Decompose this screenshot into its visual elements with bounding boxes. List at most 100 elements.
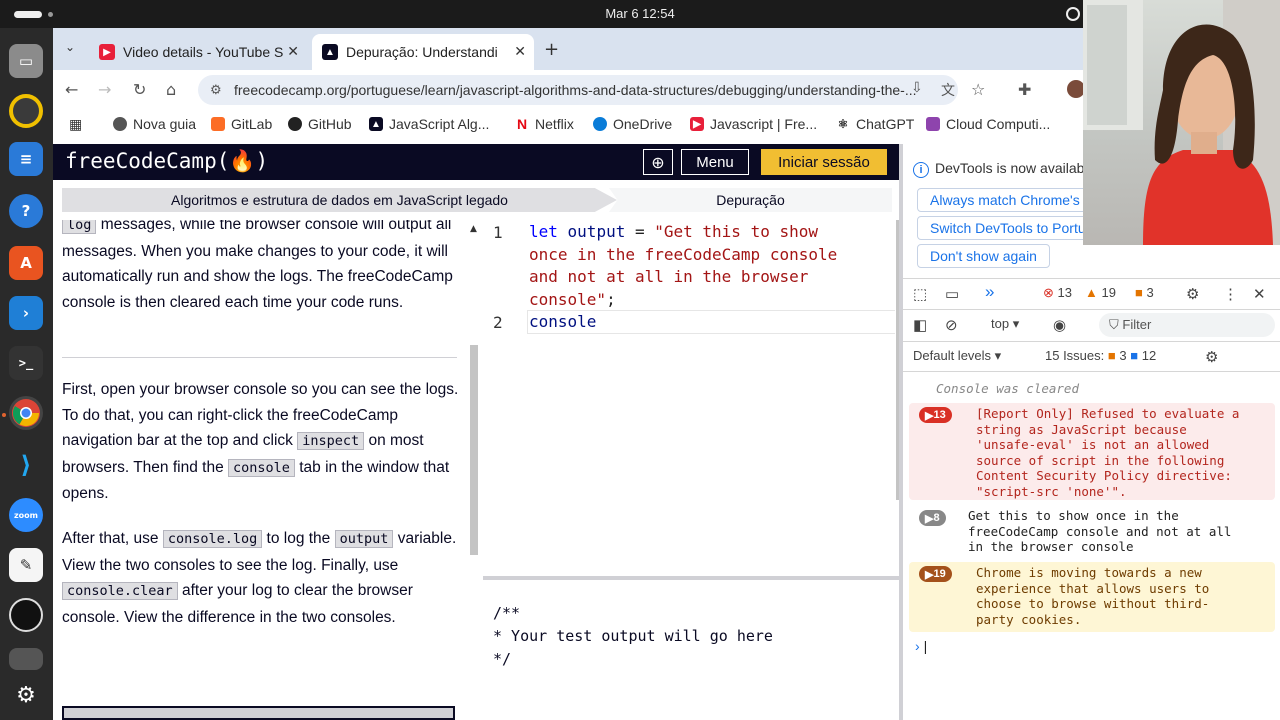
filter-icon: ⛉ xyxy=(1109,317,1119,332)
menu-button[interactable]: Menu xyxy=(681,149,749,175)
tab-youtube[interactable]: ▶ Video details - YouTube S ✕ xyxy=(89,34,307,70)
bookmarks-bar: ▦ Nova guia GitLab GitHub ▲ JavaScript Al… xyxy=(53,108,1083,144)
clear-console-icon[interactable]: ⊘ xyxy=(945,316,958,334)
gitlab-icon xyxy=(211,117,225,131)
scroll-up-icon[interactable]: ▲ xyxy=(470,224,477,234)
breadcrumb-section[interactable]: Depuração xyxy=(609,188,892,212)
issues-count[interactable]: ■ 3 xyxy=(1135,285,1154,300)
console-warning-row[interactable]: ▶ 19 Chrome is moving towards a new expe… xyxy=(909,562,1275,632)
bookmark-star-icon[interactable]: ☆ xyxy=(971,80,985,99)
fcc-logo[interactable]: freeCodeCamp(🔥) xyxy=(65,149,268,174)
console-toolbar: ◧ ⊘ top ▾ ◉ ⛉ Filter xyxy=(903,310,1280,342)
reload-icon[interactable]: ↻ xyxy=(133,80,146,99)
bookmark-netflix[interactable]: N Netflix xyxy=(515,116,574,132)
zoom-app-icon[interactable]: zoom xyxy=(9,498,43,532)
help-app-icon[interactable]: ? xyxy=(9,194,43,228)
tab-freecodecamp[interactable]: ▲ Depuração: Understandi ✕ xyxy=(312,34,534,70)
code-editor[interactable]: 1 2 let output = "Get this to show once … xyxy=(483,220,899,578)
switch-language-button[interactable]: Switch DevTools to Portu xyxy=(917,216,1099,240)
code-line-1: let output = "Get this to show xyxy=(529,222,818,241)
more-tabs-icon[interactable]: » xyxy=(985,282,994,302)
console-message-text: Chrome is moving towards a new experienc… xyxy=(976,565,1210,627)
bookmark-javascript-alg[interactable]: ▲ JavaScript Alg... xyxy=(369,116,489,132)
terminal-app-icon[interactable]: >_ xyxy=(9,346,43,380)
bookmark-cloud-computing[interactable]: Cloud Computi... xyxy=(926,116,1050,132)
extensions-icon[interactable]: ✚ xyxy=(1018,80,1031,99)
software-app-icon[interactable]: A xyxy=(9,246,43,280)
breadcrumb-course[interactable]: Algoritmos e estrutura de dados em JavaS… xyxy=(62,188,617,212)
code-line-1-wrap: once in the freeCodeCamp console xyxy=(529,244,838,264)
tray-status-icon[interactable] xyxy=(1066,7,1080,21)
message-count-badge: ▶ 13 xyxy=(919,407,952,423)
devtools-toolbar: ⬚ ▭ » ⊗ 13 ▲ 19 ■ 3 ⚙ ⋮ ✕ xyxy=(903,278,1280,310)
back-icon[interactable]: ← xyxy=(65,80,78,99)
inline-code: log xyxy=(62,220,97,234)
bookmark-github[interactable]: GitHub xyxy=(288,116,352,132)
dont-show-again-button[interactable]: Don't show again xyxy=(917,244,1050,268)
live-expression-eye-icon[interactable]: ◉ xyxy=(1053,316,1066,334)
text-editor-app-icon[interactable]: ✎ xyxy=(9,548,43,582)
console-log-row[interactable]: ▶ 8 Get this to show once in the freeCod… xyxy=(909,506,1275,556)
webcam-overlay xyxy=(1083,0,1280,245)
scrollbar-thumb[interactable] xyxy=(470,345,478,555)
inline-code: output xyxy=(334,530,394,548)
console-settings-icon[interactable]: ⚙ xyxy=(1205,348,1218,366)
install-app-icon[interactable]: ⇩ xyxy=(911,80,923,96)
settings-gear-icon[interactable]: ⚙ xyxy=(1186,285,1199,303)
instructions-scrollbar[interactable]: ▲ xyxy=(468,220,480,720)
translate-icon[interactable]: 文 xyxy=(941,80,955,100)
console-prompt-icon[interactable]: › | xyxy=(915,638,927,654)
forward-icon[interactable]: → xyxy=(98,80,111,99)
rhythmbox-app-icon[interactable] xyxy=(9,94,43,128)
address-bar[interactable]: ⚙ freecodecamp.org/portuguese/learn/java… xyxy=(198,75,958,105)
console-cleared-message: Console was cleared xyxy=(936,381,1079,396)
drive-app-icon[interactable] xyxy=(9,648,43,670)
inspect-element-icon[interactable]: ⬚ xyxy=(913,285,927,303)
close-devtools-icon[interactable]: ✕ xyxy=(1253,285,1266,303)
obs-app-icon[interactable] xyxy=(9,598,43,632)
tab-search-icon[interactable]: ⌄ xyxy=(65,40,75,54)
files-app-icon[interactable]: ▭ xyxy=(9,44,43,78)
console-message-text: [Report Only] Refused to evaluate a stri… xyxy=(976,406,1240,499)
sign-in-button[interactable]: Iniciar sessão xyxy=(761,149,887,175)
close-tab-icon[interactable]: ✕ xyxy=(514,43,526,60)
message-count-badge: ▶ 8 xyxy=(919,510,946,526)
bookmark-gitlab[interactable]: GitLab xyxy=(211,116,272,132)
close-tab-icon[interactable]: ✕ xyxy=(287,43,299,60)
url-text: freecodecamp.org/portuguese/learn/javasc… xyxy=(234,82,917,98)
device-toolbar-icon[interactable]: ▭ xyxy=(945,285,959,303)
output-line: */ xyxy=(493,650,512,668)
store-app-icon[interactable]: › xyxy=(9,296,43,330)
tab-title: Video details - YouTube S xyxy=(123,44,284,60)
new-tab-icon[interactable]: + xyxy=(544,39,559,60)
message-count-badge: ▶ 19 xyxy=(919,566,952,582)
writer-app-icon[interactable]: ≡ xyxy=(9,142,43,176)
run-tests-button[interactable] xyxy=(62,706,455,720)
cloud-icon xyxy=(926,117,940,131)
console-filter-input[interactable]: ⛉ Filter xyxy=(1099,313,1275,337)
youtube-favicon-icon: ▶ xyxy=(99,44,115,60)
sidebar-toggle-icon[interactable]: ◧ xyxy=(913,316,927,334)
context-selector[interactable]: top ▾ xyxy=(991,316,1019,332)
bookmark-nova-guia[interactable]: Nova guia xyxy=(113,116,196,132)
bookmark-onedrive[interactable]: OneDrive xyxy=(593,116,672,132)
error-count[interactable]: ⊗ 13 xyxy=(1043,285,1072,301)
apps-grid-icon[interactable]: ▦ xyxy=(69,116,82,133)
console-error-row[interactable]: ▶ 13 [Report Only] Refused to evaluate a… xyxy=(909,403,1275,500)
show-apps-icon[interactable]: ⚙ xyxy=(9,678,43,712)
bookmark-javascript-fre[interactable]: ▶ Javascript | Fre... xyxy=(690,116,817,132)
vscode-app-icon[interactable]: ⟩ xyxy=(9,448,43,482)
chrome-app-icon[interactable] xyxy=(9,396,43,430)
site-info-icon[interactable]: ⚙ xyxy=(210,82,222,98)
browser-tab-bar: ⌄ ▶ Video details - YouTube S ✕ ▲ Depura… xyxy=(53,28,1083,70)
more-options-icon[interactable]: ⋮ xyxy=(1223,285,1238,303)
presenter-video xyxy=(1083,0,1280,245)
warning-count[interactable]: ▲ 19 xyxy=(1085,285,1116,300)
bookmark-chatgpt[interactable]: ⚛ ChatGPT xyxy=(836,116,914,132)
issues-summary[interactable]: 15 Issues: ■ 3 ■ 12 xyxy=(1045,348,1156,363)
home-icon[interactable]: ⌂ xyxy=(166,80,176,99)
always-match-button[interactable]: Always match Chrome's xyxy=(917,188,1093,212)
language-globe-icon[interactable]: ⊕ xyxy=(643,149,673,175)
levels-dropdown[interactable]: Default levels ▾ xyxy=(913,348,1001,364)
instructions-paragraph: First, open your browser console so you … xyxy=(62,381,459,502)
